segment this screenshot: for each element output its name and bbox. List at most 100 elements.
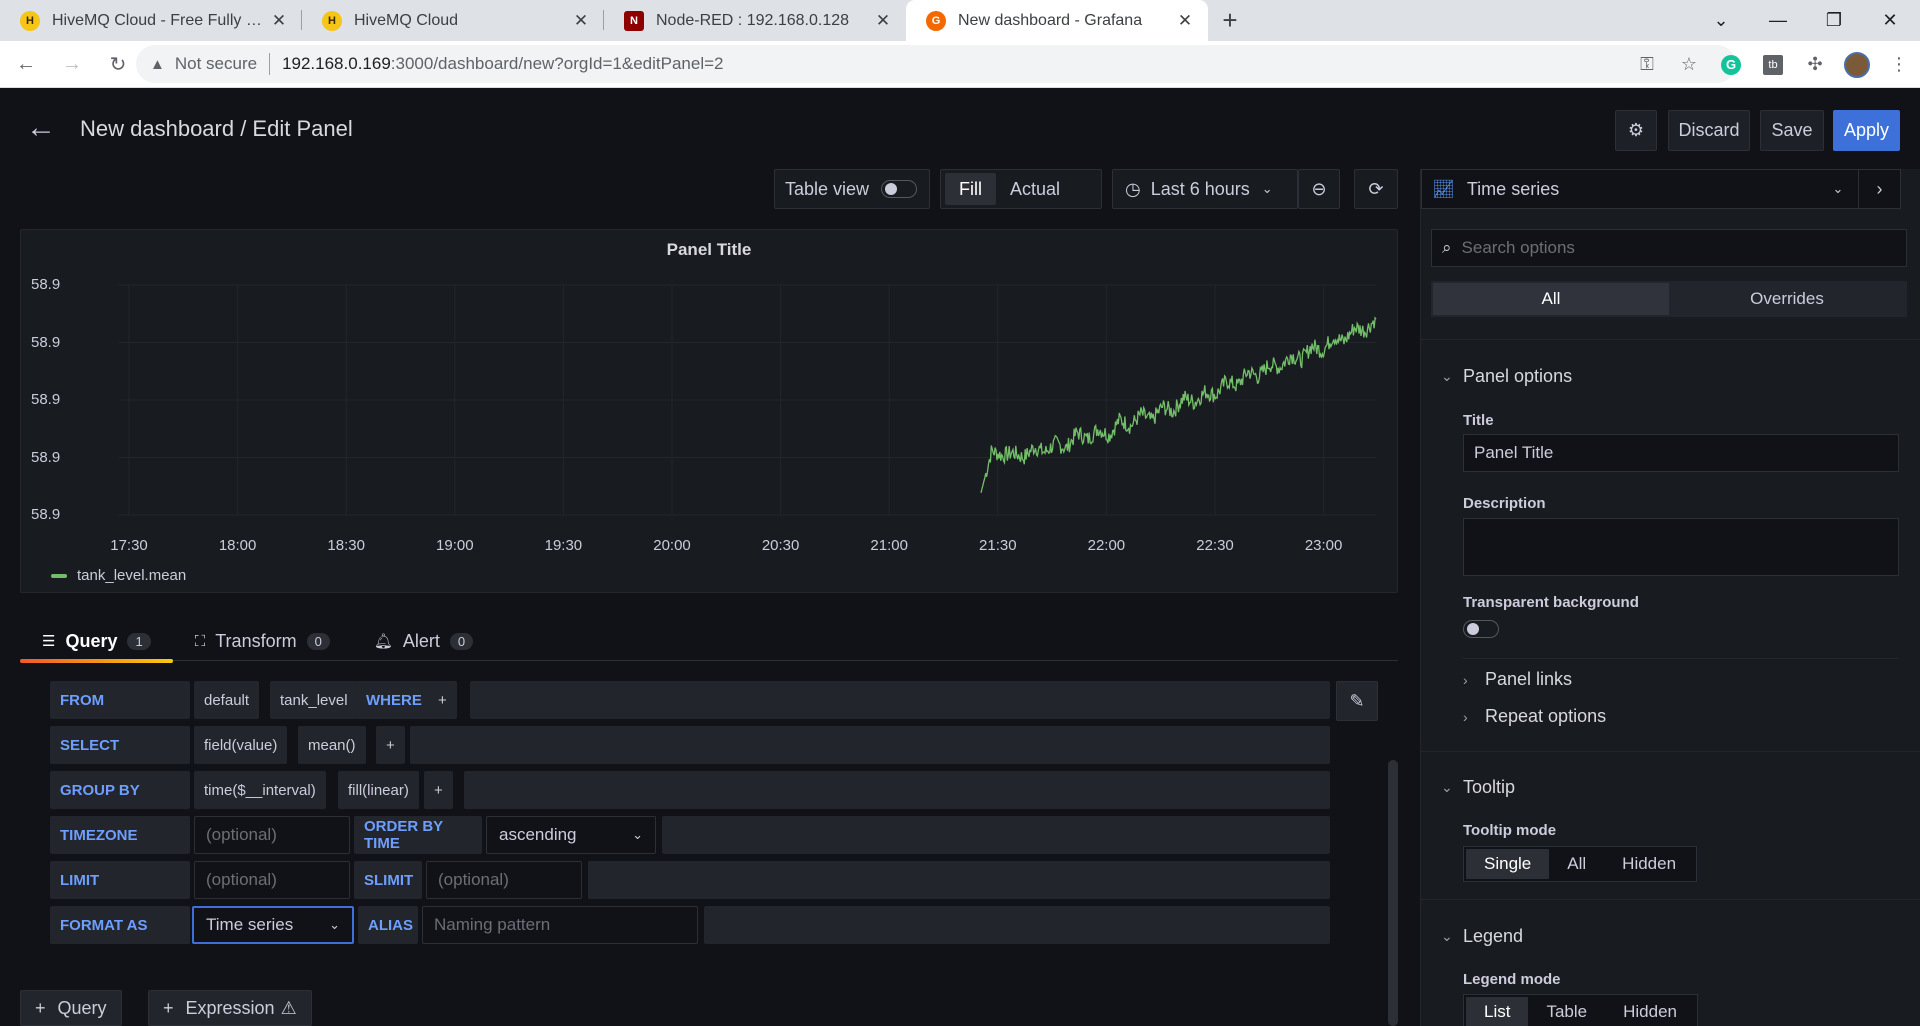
where-add-button[interactable]: + xyxy=(428,681,457,719)
description-textarea[interactable] xyxy=(1463,518,1899,576)
grafana-app: ← New dashboard / Edit Panel ⚙ Discard S… xyxy=(0,89,1920,1026)
reload-icon[interactable]: ↻ xyxy=(98,44,138,84)
groupby-add-button[interactable]: + xyxy=(424,771,453,809)
slimit-input[interactable]: (optional) xyxy=(426,861,582,899)
gear-icon: ⚙ xyxy=(1627,120,1645,140)
title-input[interactable]: Panel Title xyxy=(1463,434,1899,472)
tab-count: 0 xyxy=(449,632,474,650)
select-function[interactable]: mean() xyxy=(298,726,366,764)
section-title: Tooltip xyxy=(1463,777,1516,797)
tab-count: 0 xyxy=(306,632,330,650)
format-select[interactable]: Time series ⌄ xyxy=(192,906,354,944)
legend-list-option[interactable]: List xyxy=(1466,997,1529,1026)
restore-window-button[interactable]: ❐ xyxy=(1806,0,1862,41)
time-range-picker[interactable]: ◷ Last 6 hours ⌄ xyxy=(1112,169,1298,209)
save-button[interactable]: Save xyxy=(1760,110,1824,151)
actual-option[interactable]: Actual xyxy=(996,173,1074,205)
browser-tab-grafana[interactable]: G New dashboard - Grafana ✕ xyxy=(906,0,1208,41)
new-tab-button[interactable]: + xyxy=(1208,0,1252,41)
tooltip-single-option[interactable]: Single xyxy=(1466,849,1550,879)
browser-tab-hivemq-free[interactable]: H HiveMQ Cloud - Free Fully Mana ✕ xyxy=(0,0,302,41)
series-line-tank-level-mean[interactable] xyxy=(980,316,1377,493)
tooltip-all-option[interactable]: All xyxy=(1549,849,1604,879)
tab-count: 1 xyxy=(127,632,151,650)
url-divider xyxy=(269,53,271,75)
settings-button[interactable]: ⚙ xyxy=(1615,110,1657,151)
chevron-down-icon: ⌄ xyxy=(1441,368,1453,384)
browser-tab-node-red[interactable]: N Node-RED : 192.168.0.128 ✕ xyxy=(604,0,906,41)
panel-links-header[interactable]: › Panel links xyxy=(1463,658,1899,690)
add-query-button[interactable]: + Query xyxy=(20,990,122,1026)
forward-arrow-icon[interactable]: → xyxy=(52,44,92,84)
y-tick-label: 58.9 xyxy=(31,448,61,466)
legend-table-option[interactable]: Table xyxy=(1528,997,1605,1026)
chart-legend[interactable]: tank_level.mean xyxy=(51,567,186,584)
grammarly-extension-icon[interactable]: G xyxy=(1710,54,1752,75)
visualization-picker[interactable]: 📈︎ Time series ⌄ › xyxy=(1421,169,1901,209)
browser-menu-icon[interactable]: ⋮ xyxy=(1878,54,1920,75)
tab-query[interactable]: ☰ Query 1 xyxy=(20,621,173,663)
table-view-toggle[interactable] xyxy=(881,180,918,198)
close-tab-icon[interactable]: ✕ xyxy=(874,11,892,31)
bookmark-star-icon[interactable]: ☆ xyxy=(1668,54,1710,75)
apply-button[interactable]: Apply xyxy=(1833,110,1900,151)
format-value: Time series xyxy=(206,915,294,934)
minimize-window-button[interactable]: — xyxy=(1750,0,1806,41)
warning-triangle-icon: ▲ xyxy=(150,55,165,73)
search-options-input[interactable]: ⌕ Search options xyxy=(1431,229,1907,267)
refresh-button[interactable]: ⟳ xyxy=(1354,169,1398,209)
y-tick-label: 58.9 xyxy=(31,276,61,293)
query-scrollbar[interactable] xyxy=(1388,760,1398,1026)
table-view-toggle-group: Table view xyxy=(774,169,930,209)
timezone-input[interactable]: (optional) xyxy=(194,816,350,854)
profile-avatar[interactable] xyxy=(1836,51,1878,78)
close-tab-icon[interactable]: ✕ xyxy=(1176,11,1194,31)
close-tab-icon[interactable]: ✕ xyxy=(572,11,590,31)
select-field[interactable]: field(value) xyxy=(194,726,288,764)
groupby-time[interactable]: time($__interval) xyxy=(194,771,326,809)
chevron-right-icon: › xyxy=(1463,708,1468,725)
extension-icon[interactable]: tb xyxy=(1752,54,1794,75)
extensions-puzzle-icon[interactable]: ✣ xyxy=(1794,54,1836,75)
transparent-toggle[interactable] xyxy=(1463,620,1499,638)
legend-swatch xyxy=(51,573,67,578)
alias-input[interactable]: Naming pattern xyxy=(422,906,698,944)
tab-search-icon[interactable]: ⌄ xyxy=(1693,0,1749,41)
tooltip-header[interactable]: ⌄ Tooltip xyxy=(1441,777,1515,798)
limit-input[interactable]: (optional) xyxy=(194,861,350,899)
groupby-fill[interactable]: fill(linear) xyxy=(338,771,419,809)
all-option[interactable]: All xyxy=(1433,283,1669,315)
browser-tab-hivemq-cloud[interactable]: H HiveMQ Cloud ✕ xyxy=(302,0,604,41)
url-omnibox[interactable]: ▲ Not secure 192.168.0.169:3000/dashboar… xyxy=(136,45,1736,83)
search-placeholder: Search options xyxy=(1461,238,1575,257)
from-database[interactable]: default xyxy=(194,681,260,719)
repeat-options-header[interactable]: › Repeat options xyxy=(1463,706,1606,727)
edit-query-button[interactable]: ✎ xyxy=(1336,681,1378,721)
close-tab-icon[interactable]: ✕ xyxy=(270,11,288,31)
zoom-out-button[interactable]: ⊖ xyxy=(1298,169,1340,209)
order-select[interactable]: ascending ⌄ xyxy=(486,816,656,854)
from-measurement[interactable]: tank_level xyxy=(270,681,358,719)
add-expression-button[interactable]: + Expression ⚠ xyxy=(148,990,312,1026)
table-view-label: Table view xyxy=(785,178,870,199)
section-title: Legend xyxy=(1463,926,1524,946)
browser-tab-bar: H HiveMQ Cloud - Free Fully Mana ✕ H Hiv… xyxy=(0,0,1920,41)
tab-alert[interactable]: 🔔︎ Alert 0 xyxy=(352,621,495,661)
overrides-option[interactable]: Overrides xyxy=(1669,283,1905,315)
back-arrow-icon[interactable]: ← xyxy=(26,111,56,145)
zoom-out-icon: ⊖ xyxy=(1311,178,1327,199)
select-add-button[interactable]: + xyxy=(376,726,405,764)
legend-header[interactable]: ⌄ Legend xyxy=(1441,926,1523,947)
discard-button[interactable]: Discard xyxy=(1668,110,1750,151)
back-arrow-icon[interactable]: ← xyxy=(6,44,46,84)
tab-transform[interactable]: ⛶ Transform 0 xyxy=(173,621,352,661)
query-row-from: FROM default tank_level WHERE + xyxy=(50,681,1330,719)
panel-options-header[interactable]: ⌄ Panel options xyxy=(1441,366,1572,387)
tooltip-section: ⌄ Tooltip Tooltip mode Single All Hidden xyxy=(1421,751,1920,882)
tooltip-hidden-option[interactable]: Hidden xyxy=(1604,849,1694,879)
close-window-button[interactable]: ✕ xyxy=(1862,0,1918,41)
key-icon[interactable]: ⚿ xyxy=(1626,54,1668,75)
collapse-pane-button[interactable]: › xyxy=(1858,169,1900,209)
fill-option[interactable]: Fill xyxy=(945,173,996,205)
legend-hidden-option[interactable]: Hidden xyxy=(1605,997,1695,1026)
